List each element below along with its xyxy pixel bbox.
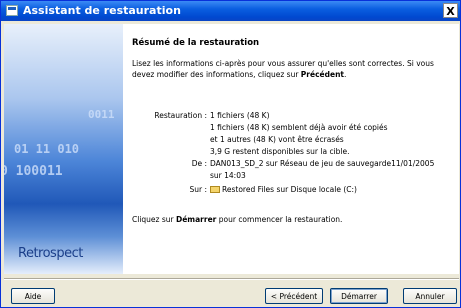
from-label: De : xyxy=(191,159,207,168)
restore-line-3: et 1 autres (48 K) vont être écrasés xyxy=(210,135,344,144)
window-icon xyxy=(6,5,18,16)
to-value-row: Restored Files sur Disque locale (C:) xyxy=(210,185,357,194)
intro-text: Lisez les informations ci-après pour vou… xyxy=(132,58,454,80)
banner-binary-2: 01 11 010 xyxy=(14,142,80,156)
to-value: Restored Files sur Disque locale (C:) xyxy=(222,185,357,194)
intro-text-bold: Précédent xyxy=(300,70,344,79)
summary-panel: Résumé de la restauration Lisez les info… xyxy=(123,24,459,274)
retrospect-logo: Retrospect xyxy=(18,246,83,261)
start-note-end: pour commencer la restauration. xyxy=(216,215,343,224)
to-label: Sur : xyxy=(189,185,207,194)
restore-assistant-window: Assistant de restauration X 0011 01 11 0… xyxy=(0,0,461,308)
folder-icon xyxy=(210,186,220,193)
cancel-button[interactable]: Annuler xyxy=(403,288,457,304)
intro-text-part: Lisez les informations ci-après pour vou… xyxy=(132,59,434,79)
banner-binary-1: 0011 xyxy=(88,108,115,121)
intro-text-end: . xyxy=(344,70,347,79)
button-divider xyxy=(4,278,459,280)
start-note-part: Cliquez sur xyxy=(132,215,176,224)
from-line-2: sur 14:03 xyxy=(210,171,246,180)
side-banner: 0011 01 11 010 0 100011 Retrospect xyxy=(4,24,123,274)
start-note: Cliquez sur Démarrer pour commencer la r… xyxy=(132,215,342,224)
title-bar[interactable]: Assistant de restauration X xyxy=(1,1,460,21)
start-button[interactable]: Démarrer xyxy=(330,288,388,304)
help-button[interactable]: Aide xyxy=(11,288,55,304)
back-button[interactable]: < Précédent xyxy=(265,288,323,304)
start-note-bold: Démarrer xyxy=(175,215,217,224)
close-button[interactable]: X xyxy=(443,3,458,18)
summary-heading: Résumé de la restauration xyxy=(132,38,260,48)
window-title: Assistant de restauration xyxy=(23,4,181,17)
restore-line-2: 1 fichiers (48 K) semblent déjà avoir ét… xyxy=(210,123,388,132)
restore-line-1: 1 fichiers (48 K) xyxy=(210,111,270,120)
from-line-1: DAN013_SD_2 sur Réseau de jeu de sauvega… xyxy=(210,159,435,168)
restore-label: Restauration : xyxy=(154,111,207,120)
restore-line-4: 3,9 G restent disponibles sur la cible. xyxy=(210,147,350,156)
banner-binary-3: 0 100011 xyxy=(4,164,63,179)
